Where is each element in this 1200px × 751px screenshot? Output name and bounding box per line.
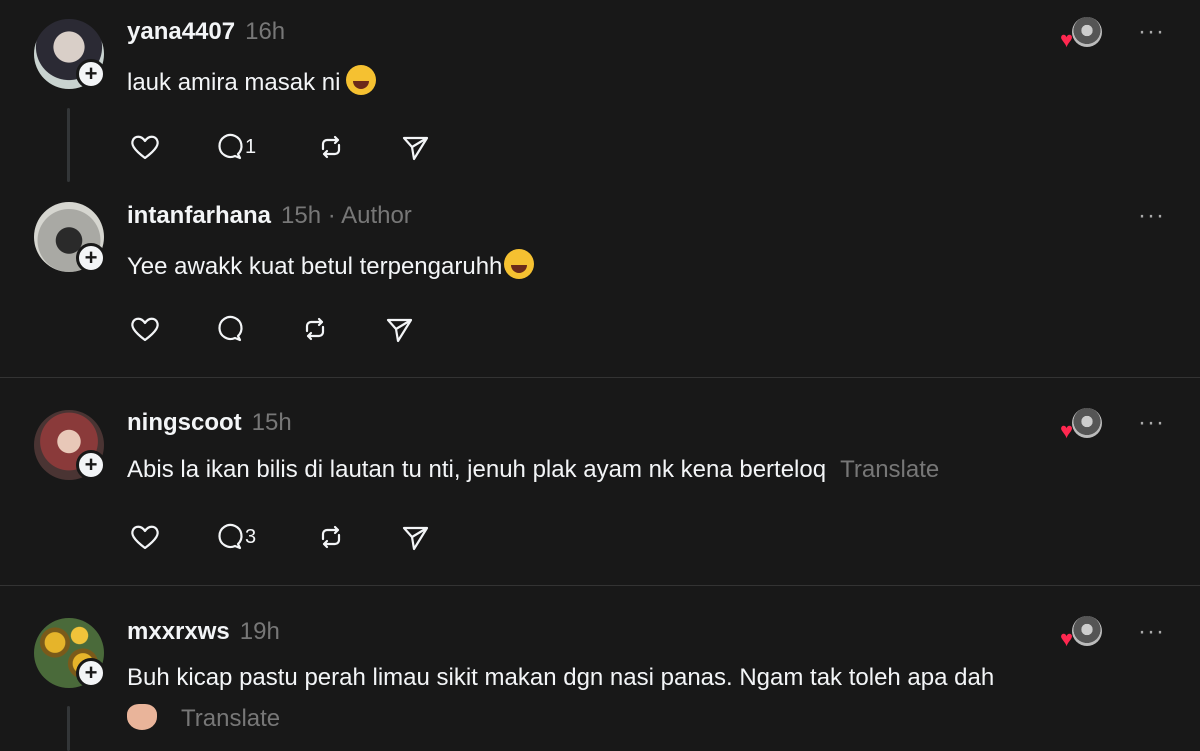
follow-plus-icon[interactable]: +	[76, 243, 106, 273]
comment-icon	[218, 133, 243, 160]
share-button[interactable]	[397, 519, 433, 555]
username[interactable]: mxxrxws	[127, 618, 230, 645]
more-options-icon[interactable]: ···	[1138, 18, 1165, 46]
repost-button[interactable]	[313, 519, 349, 555]
divider	[0, 585, 1200, 586]
send-icon	[386, 318, 413, 343]
more-options-icon[interactable]: ···	[1138, 202, 1165, 230]
rofl-emoji-icon	[346, 65, 377, 95]
timestamp: 15h	[281, 202, 322, 229]
username[interactable]: ningscoot	[127, 409, 242, 436]
like-button[interactable]	[127, 519, 163, 555]
reply-count: 3	[245, 525, 257, 548]
translate-link[interactable]: Translate	[181, 705, 280, 732]
liked-by-avatar[interactable]: ♥	[1060, 406, 1104, 443]
comment-icon	[218, 523, 243, 550]
post-text: lauk amira masak ni	[127, 69, 341, 96]
like-button[interactable]	[127, 129, 163, 165]
liked-by-avatar[interactable]: ♥	[1060, 614, 1104, 651]
liker-avatar	[1072, 616, 1102, 646]
repost-icon	[321, 525, 341, 549]
post-text: Abis la ikan bilis di lautan tu nti, jen…	[127, 456, 827, 483]
repost-button[interactable]	[297, 311, 333, 347]
reply-count: 1	[245, 135, 257, 158]
share-button[interactable]	[381, 311, 417, 347]
heart-icon: ♥	[1060, 418, 1074, 443]
heart-icon: ♥	[1060, 626, 1074, 651]
heart-outline-icon	[131, 317, 159, 342]
follow-plus-icon[interactable]: +	[76, 658, 106, 688]
send-icon	[402, 136, 429, 161]
timestamp: 16h	[245, 18, 286, 45]
handshake-emoji-icon	[127, 704, 157, 730]
follow-plus-icon[interactable]: +	[76, 59, 106, 89]
liker-avatar	[1072, 408, 1102, 438]
username[interactable]: yana4407	[127, 18, 235, 45]
joy-emoji-icon	[504, 249, 535, 279]
follow-plus-icon[interactable]: +	[76, 450, 106, 480]
heart-icon: ♥	[1060, 27, 1074, 52]
heart-outline-icon	[131, 135, 159, 160]
reply-button[interactable]: 3	[211, 519, 256, 555]
reply-button[interactable]	[211, 311, 247, 347]
repost-icon	[305, 317, 325, 341]
username[interactable]: intanfarhana	[127, 202, 271, 229]
translate-link[interactable]: Translate	[840, 456, 939, 483]
divider	[0, 377, 1200, 378]
post-text: Buh kicap pastu perah limau sikit makan …	[127, 664, 995, 691]
author-tag: · Author	[327, 202, 412, 229]
thread-line	[67, 108, 70, 182]
repost-icon	[321, 135, 341, 159]
like-button[interactable]	[127, 311, 163, 347]
more-options-icon[interactable]: ···	[1138, 618, 1165, 646]
share-button[interactable]	[397, 129, 433, 165]
liker-avatar	[1072, 17, 1102, 47]
timestamp: 19h	[239, 618, 280, 645]
post-text: Yee awakk kuat betul terpengaruhh	[127, 253, 503, 280]
thread-line	[67, 706, 70, 751]
repost-button[interactable]	[313, 129, 349, 165]
comment-icon	[218, 315, 243, 342]
timestamp: 15h	[251, 409, 292, 436]
heart-outline-icon	[131, 525, 159, 550]
send-icon	[402, 526, 429, 551]
reply-button[interactable]: 1	[211, 129, 256, 165]
more-options-icon[interactable]: ···	[1138, 409, 1165, 437]
liked-by-avatar[interactable]: ♥	[1060, 15, 1104, 52]
